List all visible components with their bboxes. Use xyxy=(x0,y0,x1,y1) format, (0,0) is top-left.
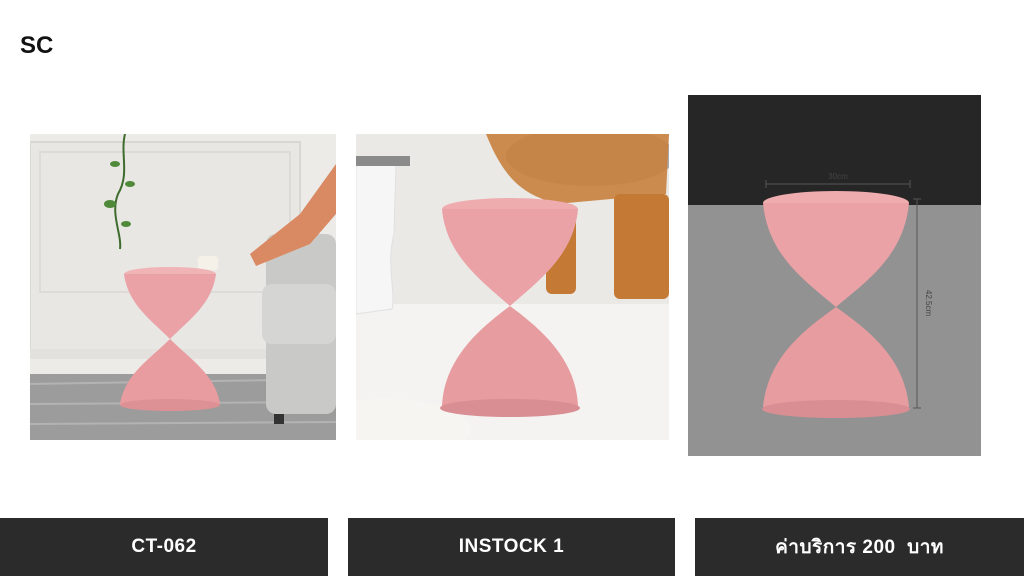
height-label: 42.5cm xyxy=(924,290,933,317)
stock-status: INSTOCK 1 xyxy=(458,536,565,557)
closeup-scene-photo xyxy=(356,134,669,440)
price-bar: ค่าบริการ 200 บาท xyxy=(695,518,1024,576)
product-code: CT-062 xyxy=(131,536,197,557)
width-label: 30cm xyxy=(828,172,848,181)
brand-logo: SC xyxy=(20,32,54,59)
service-price: ค่าบริการ 200 บาท xyxy=(775,537,944,558)
product-code-bar: CT-062 xyxy=(0,518,328,576)
stock-bar: INSTOCK 1 xyxy=(348,518,675,576)
room-scene-photo xyxy=(30,134,336,440)
dimension-scene-photo: 30cm 42.5cm xyxy=(688,95,981,456)
